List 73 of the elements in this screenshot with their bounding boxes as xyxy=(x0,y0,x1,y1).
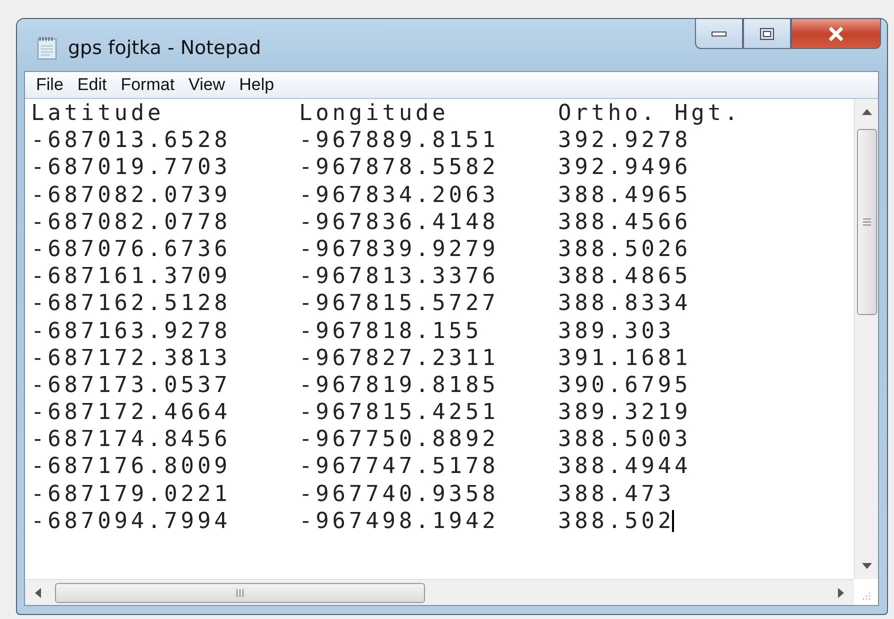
close-icon xyxy=(827,26,845,42)
text-line-field: -687082.0778 xyxy=(31,208,231,236)
text-line-field: -967839.9279 xyxy=(299,236,499,264)
minimize-button[interactable] xyxy=(695,19,743,49)
grip-icon xyxy=(236,588,244,596)
text-line-field: 388.5003 xyxy=(558,426,692,454)
text-line-field: -687082.0739 xyxy=(31,182,231,209)
text-line-field: -687013.6528 xyxy=(31,127,231,154)
scroll-up-icon[interactable] xyxy=(862,109,872,115)
text-line-field: 388.8334 xyxy=(558,290,692,318)
text-line-field: 388.473 xyxy=(558,480,675,508)
text-line-field: -687019.7703 xyxy=(31,154,231,182)
text-line-field: -687174.8456 xyxy=(31,426,231,454)
text-line-field: 388.4965 xyxy=(558,182,692,209)
maximize-icon xyxy=(759,26,775,40)
text-line-field: -687173.0537 xyxy=(31,372,231,400)
horizontal-scrollbar[interactable] xyxy=(25,579,854,605)
window-title: gps fojtka - Notepad xyxy=(68,37,262,59)
text-line-field: -687176.8009 xyxy=(31,453,231,481)
resize-grip-icon[interactable] xyxy=(861,591,871,601)
text-line-field: 388.4566 xyxy=(558,208,692,236)
text-line-field: -967819.8185 xyxy=(299,372,499,400)
scroll-down-icon[interactable] xyxy=(862,563,872,569)
text-line-field: -967836.4148 xyxy=(299,208,499,236)
text-line-field: -967827.2311 xyxy=(299,344,499,372)
scroll-right-icon[interactable] xyxy=(838,588,844,598)
maximize-button[interactable] xyxy=(743,19,791,49)
text-line-field: -687163.9278 xyxy=(31,318,231,345)
menu-item[interactable]: Help xyxy=(232,75,282,95)
scroll-thumb[interactable] xyxy=(856,129,876,315)
text-line-field: 389.3219 xyxy=(558,399,692,426)
grip-icon xyxy=(862,218,870,226)
text-line-field: -967750.8892 xyxy=(299,426,499,454)
scroll-left-icon[interactable] xyxy=(35,588,41,598)
text-line-field: -967815.5727 xyxy=(299,290,499,318)
text-line-field: 388.4865 xyxy=(558,263,692,290)
text-line-field: -967498.1942 xyxy=(299,508,499,536)
menu-item[interactable]: File xyxy=(29,75,70,95)
text-line-field: 388.4944 xyxy=(558,453,692,481)
text-line-field: 390.6795 xyxy=(558,372,692,400)
text-line-field: 388.502 xyxy=(558,508,674,536)
text-line-field: 391.1681 xyxy=(558,344,692,372)
text-line-field: 392.9278 xyxy=(558,127,692,154)
text-line-field: -967818.155 xyxy=(299,318,482,345)
vertical-scrollbar[interactable] xyxy=(854,99,878,579)
text-line-field: -687161.3709 xyxy=(31,263,231,290)
text-line-field: Ortho. Hgt. xyxy=(558,100,742,128)
text-line-field: -967740.9358 xyxy=(299,480,499,508)
text-cursor xyxy=(672,510,674,532)
menu-item[interactable]: View xyxy=(182,75,232,95)
notepad-icon xyxy=(36,36,58,60)
text-line-field: -687094.7994 xyxy=(31,508,231,536)
scroll-thumb[interactable] xyxy=(55,582,425,602)
text-line-field: -967878.5582 xyxy=(299,154,499,182)
text-line-field: -687162.5128 xyxy=(31,290,231,318)
text-line-field: -967747.5178 xyxy=(299,453,499,481)
minimize-icon xyxy=(711,30,727,38)
text-line-field: -967889.8151 xyxy=(299,127,499,154)
menu-item[interactable]: Format xyxy=(114,75,182,95)
text-line-field: -967815.4251 xyxy=(299,399,499,426)
text-line-field: Latitude xyxy=(31,100,164,128)
close-button[interactable] xyxy=(791,19,881,49)
text-line-field: -687172.3813 xyxy=(31,344,231,372)
text-line-field: -687172.4664 xyxy=(31,399,231,426)
text-line-field: -967813.3376 xyxy=(299,263,499,290)
text-line-field: 388.5026 xyxy=(558,236,692,264)
text-line-field: -967834.2063 xyxy=(299,182,499,209)
text-line-field: -687179.0221 xyxy=(31,480,231,508)
text-line-field: -687076.6736 xyxy=(31,236,231,264)
text-line-field: 389.303 xyxy=(558,318,675,345)
text-line-field: 392.9496 xyxy=(558,154,692,182)
text-line-field: Longitude xyxy=(299,100,449,128)
menu-item[interactable]: Edit xyxy=(70,75,114,95)
